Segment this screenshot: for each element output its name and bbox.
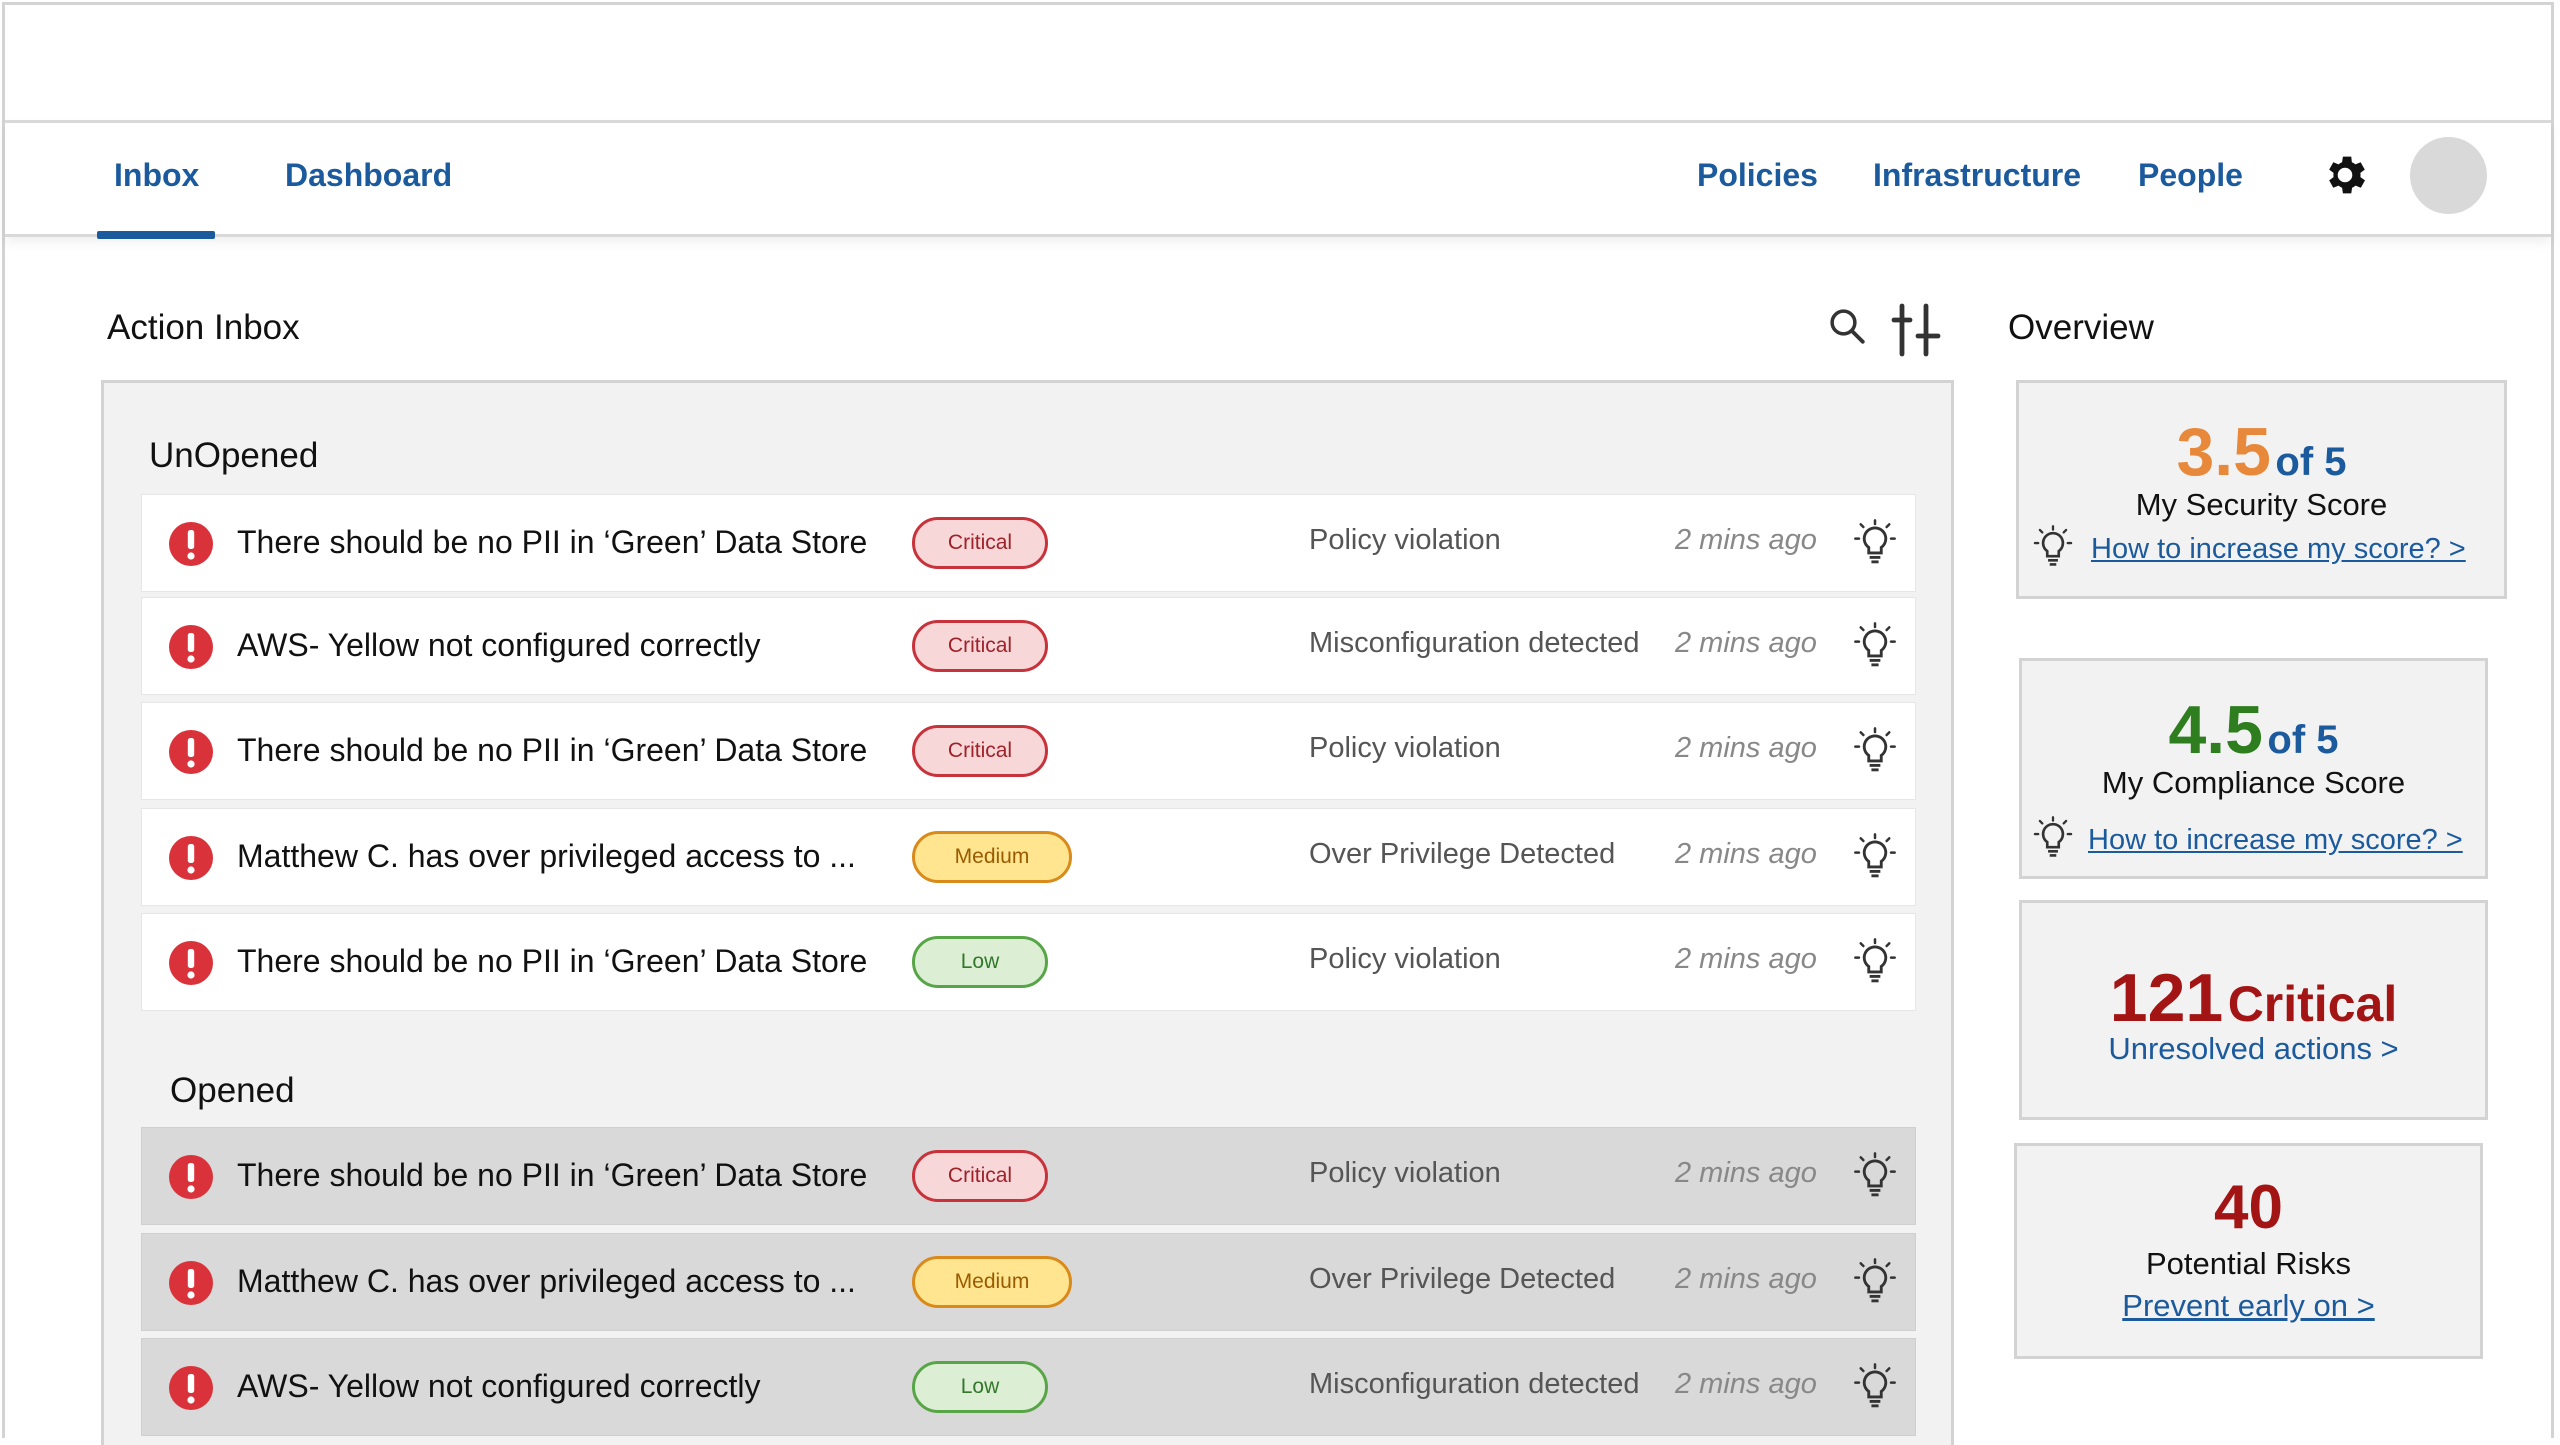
severity-badge: Low [912, 936, 1048, 988]
action-type: Misconfiguration detected [1309, 627, 1640, 659]
action-type: Policy violation [1309, 943, 1501, 975]
tab-inbox[interactable]: Inbox [114, 157, 199, 194]
compliance-score-label: My Compliance Score [2101, 765, 2406, 800]
security-score-label: My Security Score [2135, 487, 2388, 522]
unopened-action-row[interactable]: There should be no PII in ‘Green’ Data S… [141, 913, 1916, 1011]
alert-icon [169, 730, 213, 774]
nav-link-infrastructure[interactable]: Infrastructure [1873, 157, 2081, 194]
opened-action-row[interactable]: There should be no PII in ‘Green’ Data S… [141, 1127, 1916, 1225]
severity-badge: Low [912, 1361, 1048, 1413]
lightbulb-icon[interactable] [1853, 938, 1897, 988]
alert-icon [169, 1155, 213, 1199]
lightbulb-icon[interactable] [1853, 1152, 1897, 1202]
overview-title: Overview [2008, 308, 2154, 347]
filter-sliders-icon[interactable] [1890, 302, 1942, 358]
action-timestamp: 2 mins ago [1675, 838, 1817, 870]
severity-badge: Critical [912, 517, 1048, 569]
security-score-value: 3.5 of 5 [2176, 414, 2347, 490]
action-timestamp: 2 mins ago [1675, 732, 1817, 764]
lightbulb-icon[interactable] [1853, 1258, 1897, 1308]
unresolved-actions-link[interactable]: Unresolved actions > [2022, 1031, 2485, 1067]
unopened-action-row[interactable]: Matthew C. has over privileged access to… [141, 808, 1916, 906]
action-timestamp: 2 mins ago [1675, 524, 1817, 556]
action-title[interactable]: There should be no PII in ‘Green’ Data S… [237, 943, 867, 980]
compliance-score-value: 4.5 of 5 [2168, 692, 2339, 768]
action-type: Over Privilege Detected [1309, 1263, 1616, 1295]
action-title[interactable]: There should be no PII in ‘Green’ Data S… [237, 524, 867, 561]
action-timestamp: 2 mins ago [1675, 1157, 1817, 1189]
critical-actions-card: 121 Critical Unresolved actions > [2019, 900, 2488, 1120]
opened-action-row[interactable]: AWS- Yellow not configured correctly Low M… [141, 1338, 1916, 1436]
alert-icon [169, 1261, 213, 1305]
inbox-title: Action Inbox [107, 308, 300, 347]
gear-icon[interactable] [2320, 150, 2370, 200]
compliance-score-card: 4.5 of 5 My Compliance Score How to incr… [2019, 658, 2488, 879]
lightbulb-icon[interactable] [1853, 727, 1897, 777]
unopened-label: UnOpened [149, 436, 319, 475]
action-timestamp: 2 mins ago [1675, 1263, 1817, 1295]
action-title[interactable]: Matthew C. has over privileged access to… [237, 838, 856, 875]
severity-badge: Critical [912, 725, 1048, 777]
action-title[interactable]: There should be no PII in ‘Green’ Data S… [237, 732, 867, 769]
severity-badge: Medium [912, 831, 1072, 883]
lightbulb-icon[interactable] [1853, 622, 1897, 672]
prevent-early-link[interactable]: Prevent early on > [2017, 1288, 2480, 1324]
action-timestamp: 2 mins ago [1675, 943, 1817, 975]
opened-action-row[interactable]: Matthew C. has over privileged access to… [141, 1233, 1916, 1331]
severity-badge: Critical [912, 1150, 1048, 1202]
nav-link-people[interactable]: People [2138, 157, 2243, 194]
security-score-card: 3.5 of 5 My Security Score How to increa… [2016, 380, 2507, 599]
alert-icon [169, 836, 213, 880]
action-timestamp: 2 mins ago [1675, 1368, 1817, 1400]
increase-security-score-link[interactable]: How to increase my score? > [2091, 533, 2466, 566]
critical-count: 121 Critical [2109, 960, 2398, 1036]
tab-dashboard[interactable]: Dashboard [285, 157, 452, 194]
action-type: Over Privilege Detected [1309, 838, 1616, 870]
action-type: Policy violation [1309, 524, 1501, 556]
avatar[interactable] [2410, 137, 2487, 214]
severity-badge: Critical [912, 620, 1048, 672]
lightbulb-icon [2033, 816, 2073, 857]
action-type: Policy violation [1309, 1157, 1501, 1189]
opened-label: Opened [170, 1071, 295, 1110]
action-title[interactable]: Matthew C. has over privileged access to… [237, 1263, 856, 1300]
lightbulb-icon[interactable] [1853, 833, 1897, 883]
nav-link-policies[interactable]: Policies [1697, 157, 1818, 194]
action-type: Misconfiguration detected [1309, 1368, 1640, 1400]
risks-count: 40 [2214, 1173, 2283, 1242]
lightbulb-icon[interactable] [1853, 519, 1897, 569]
lightbulb-icon [2033, 525, 2073, 566]
unopened-action-row[interactable]: There should be no PII in ‘Green’ Data S… [141, 494, 1916, 592]
unopened-action-row[interactable]: There should be no PII in ‘Green’ Data S… [141, 702, 1916, 800]
search-icon[interactable] [1826, 305, 1868, 347]
unopened-action-row[interactable]: AWS- Yellow not configured correctly Crit… [141, 597, 1916, 695]
alert-icon [169, 941, 213, 985]
severity-badge: Medium [912, 1256, 1072, 1308]
alert-icon [169, 522, 213, 566]
action-title[interactable]: There should be no PII in ‘Green’ Data S… [237, 1157, 867, 1194]
potential-risks-card: 40 Potential Risks Prevent early on > [2014, 1143, 2483, 1359]
alert-icon [169, 1366, 213, 1410]
active-tab-indicator [97, 231, 215, 239]
action-type: Policy violation [1309, 732, 1501, 764]
risks-label: Potential Risks [2145, 1246, 2352, 1281]
action-title[interactable]: AWS- Yellow not configured correctly [237, 627, 761, 664]
increase-compliance-score-link[interactable]: How to increase my score? > [2088, 824, 2463, 857]
lightbulb-icon[interactable] [1853, 1363, 1897, 1413]
action-title[interactable]: AWS- Yellow not configured correctly [237, 1368, 761, 1405]
alert-icon [169, 625, 213, 669]
action-timestamp: 2 mins ago [1675, 627, 1817, 659]
